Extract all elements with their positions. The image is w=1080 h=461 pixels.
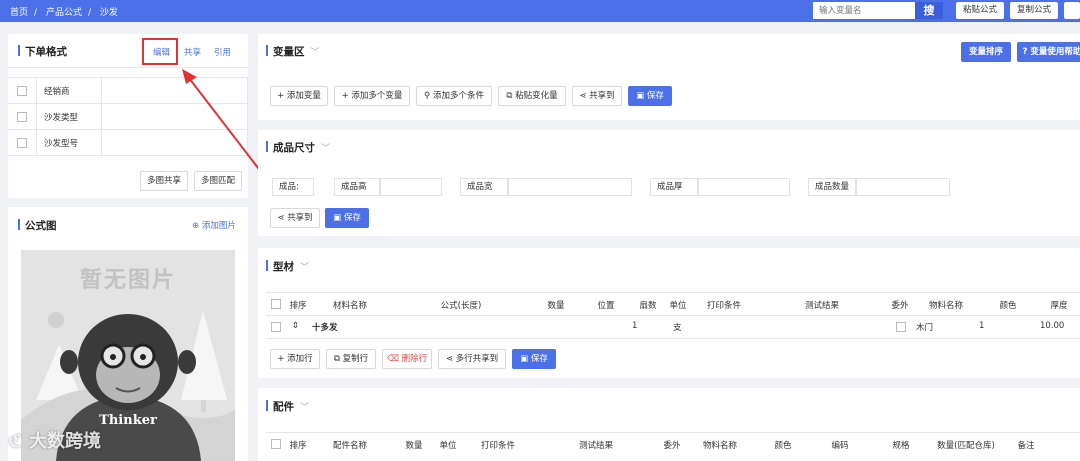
plus-icon: + <box>277 91 285 101</box>
acc-header-name: 配件名称 <box>332 441 367 451</box>
profile-row-thickness[interactable]: 10.00 <box>1040 321 1064 331</box>
accessories-title: 配件 ﹀ <box>266 399 309 414</box>
profile-row-outsource-checkbox[interactable] <box>896 322 906 332</box>
copy-icon: ⧉ <box>506 91 513 101</box>
watermark: ℭ 大数跨境 <box>8 431 102 452</box>
profile-header-item-name: 物料名称 <box>928 301 963 311</box>
add-image-link[interactable]: ⊕ 添加图片 <box>192 219 236 231</box>
copy-icon: ⧉ <box>333 354 340 364</box>
wechat-logo-icon: ℭ <box>8 431 23 452</box>
accessories-select-all-checkbox[interactable] <box>271 439 281 449</box>
trash-icon: ⌫ <box>386 354 399 364</box>
profile-row-fans[interactable]: 1 <box>632 321 637 331</box>
add-circle-icon: ⊕ <box>192 221 200 231</box>
product-size-card: 成品尺寸 ﹀ 成品: 成品高 成品宽 成品厚 成品数量 ⋖ 共享到 ▣ 保存 <box>258 130 1080 236</box>
chevron-down-icon: ﹀ <box>310 48 320 58</box>
add-row-button[interactable]: + 添加行 <box>270 349 320 369</box>
acc-header-remark: 备注 <box>1017 441 1035 451</box>
share-icon: ⋖ <box>277 213 285 223</box>
profile-row-checkbox[interactable] <box>271 322 281 332</box>
acc-header-spec: 规格 <box>892 441 910 451</box>
product-quantity-input[interactable] <box>856 178 950 196</box>
acc-header-item-name: 物料名称 <box>702 441 737 451</box>
multi-row-share-button[interactable]: ⋖ 多行共享到 <box>438 349 506 369</box>
profile-header-print-condition: 打印条件 <box>706 301 741 311</box>
product-height-input[interactable] <box>380 178 442 196</box>
acc-header-color: 颜色 <box>774 441 792 451</box>
profile-select-all-checkbox[interactable] <box>271 299 281 309</box>
variable-share-button[interactable]: ⋖ 共享到 <box>572 86 622 106</box>
acc-header-code: 编码 <box>831 441 849 451</box>
product-thickness-label: 成品厚 <box>650 178 698 196</box>
product-height-label: 成品高 <box>334 178 380 196</box>
formula-image-title: 公式图 <box>18 218 57 233</box>
chevron-down-icon: ﹀ <box>300 263 310 273</box>
variable-area-title: 变量区 ﹀ <box>266 44 320 59</box>
filter-icon: ⚲ <box>424 91 431 101</box>
product-width-label: 成品宽 <box>460 178 508 196</box>
acc-header-qty-warehouse: 数量(匹配仓库) <box>937 441 995 451</box>
variable-sort-button[interactable]: 变量排序 <box>961 42 1011 62</box>
acc-header-print-condition: 打印条件 <box>480 441 515 451</box>
save-icon: ▣ <box>636 91 645 101</box>
profile-row-material[interactable]: 十多发 <box>312 321 338 333</box>
profile-header-color: 颜色 <box>999 301 1017 311</box>
variable-area-card: 变量区 ﹀ 变量排序 ? 变量使用帮助 + 添加变量 + 添加多个变量 ⚲ 添加多… <box>258 34 1080 120</box>
profile-row-color[interactable]: 1 <box>979 321 984 331</box>
profile-card: 型材 ﹀ 排序 材料名称 公式(长度) 数量 位置 扇数 单位 打印条件 测试结果… <box>258 248 1080 378</box>
product-field-label: 成品: <box>272 178 314 196</box>
profile-header-sort: 排序 <box>289 301 307 311</box>
formula-image-card: 公式图 ⊕ 添加图片 暂无图片 Thinker <box>8 207 248 461</box>
product-share-button[interactable]: ⋖ 共享到 <box>270 208 320 228</box>
product-quantity-label: 成品数量 <box>808 178 856 196</box>
acc-header-test-result: 测试结果 <box>578 441 613 451</box>
share-icon: ⋖ <box>445 354 453 364</box>
add-variable-button[interactable]: + 添加变量 <box>270 86 328 106</box>
profile-header-quantity: 数量 <box>547 301 565 311</box>
chevron-down-icon: ﹀ <box>321 144 331 154</box>
profile-header-outsource: 委外 <box>891 301 909 311</box>
thinker-label: Thinker <box>99 413 157 428</box>
profile-header-unit: 单位 <box>669 301 687 311</box>
product-width-input[interactable] <box>508 178 632 196</box>
product-thickness-input[interactable] <box>698 178 790 196</box>
product-size-title: 成品尺寸 ﹀ <box>266 140 330 155</box>
share-icon: ⋖ <box>579 91 587 101</box>
plus-icon: + <box>341 91 349 101</box>
delete-row-button[interactable]: ⌫ 删除行 <box>382 349 432 369</box>
acc-header-outsource: 委外 <box>663 441 681 451</box>
profile-title: 型材 ﹀ <box>266 259 309 274</box>
copy-row-button[interactable]: ⧉ 复制行 <box>326 349 376 369</box>
profile-header-test-result: 测试结果 <box>804 301 839 311</box>
product-save-button[interactable]: ▣ 保存 <box>325 208 369 228</box>
profile-save-button[interactable]: ▣ 保存 <box>512 349 556 369</box>
acc-header-unit: 单位 <box>439 441 457 451</box>
row-drag-handle-icon[interactable]: ⇕ <box>292 321 299 331</box>
profile-header-position: 位置 <box>597 301 615 311</box>
accessories-card: 配件 ﹀ 排序 配件名称 数量 单位 打印条件 测试结果 委外 物料名称 颜色 编… <box>258 388 1080 461</box>
variable-help-button[interactable]: ? 变量使用帮助 <box>1017 42 1080 62</box>
profile-row-unit[interactable]: 支 <box>673 321 682 333</box>
save-icon: ▣ <box>333 213 342 223</box>
profile-header-formula: 公式(长度) <box>440 301 482 311</box>
profile-header-material: 材料名称 <box>332 301 367 311</box>
plus-icon: + <box>277 354 285 364</box>
add-multiple-conditions-button[interactable]: ⚲ 添加多个条件 <box>416 86 492 106</box>
profile-header-thickness: 厚度 <box>1050 301 1068 311</box>
profile-row-item-name[interactable]: 木门 <box>916 321 933 333</box>
acc-header-quantity: 数量 <box>405 441 423 451</box>
chevron-down-icon: ﹀ <box>300 403 310 413</box>
paste-variation-button[interactable]: ⧉ 粘贴变化量 <box>498 86 566 106</box>
add-multiple-variables-button[interactable]: + 添加多个变量 <box>334 86 410 106</box>
profile-header-fans: 扇数 <box>639 301 657 311</box>
variable-save-button[interactable]: ▣ 保存 <box>628 86 672 106</box>
acc-header-sort: 排序 <box>289 441 307 451</box>
save-icon: ▣ <box>520 354 529 364</box>
